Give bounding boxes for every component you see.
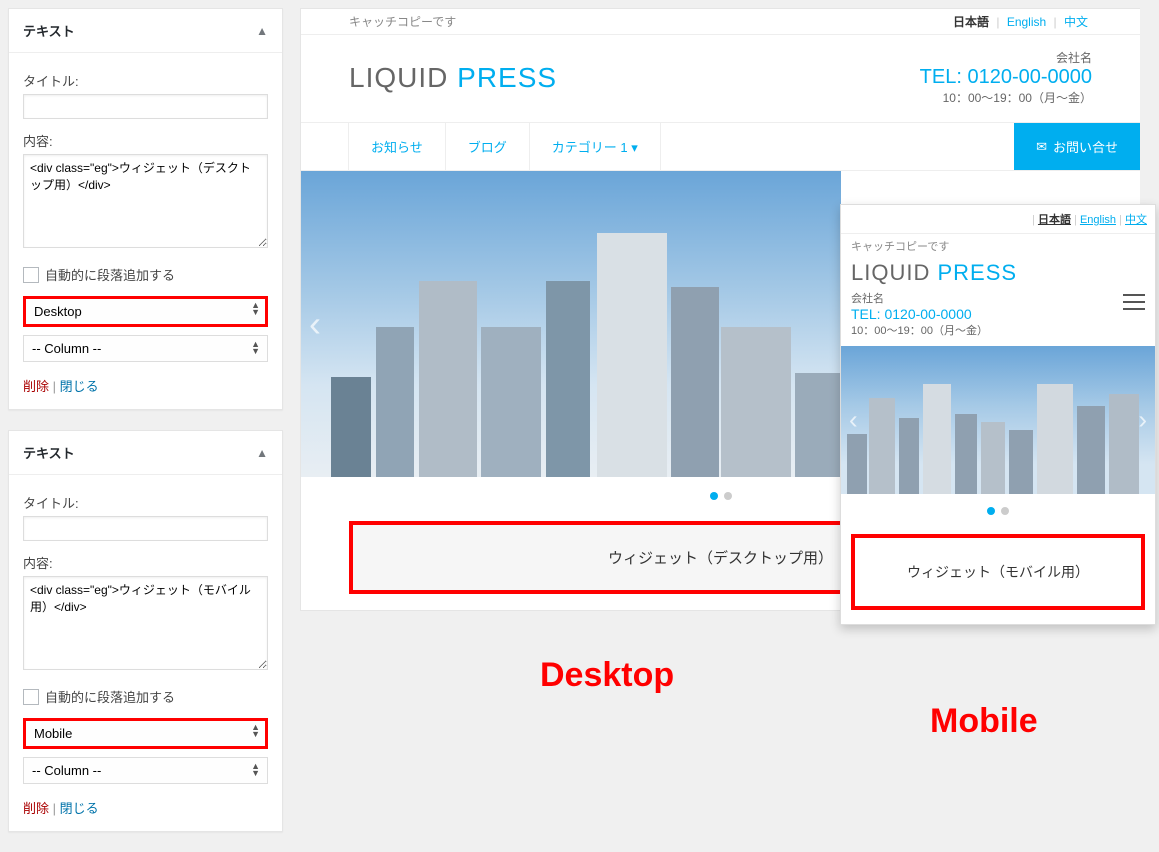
close-link[interactable]: 閉じる	[60, 801, 99, 816]
auto-paragraph-label: 自動的に段落追加する	[45, 265, 175, 284]
text-widget-desktop: テキスト ▲ タイトル: 内容: <div class="eg">ウィジェット（…	[8, 8, 283, 410]
mobile-logo[interactable]: LIQUID PRESS	[841, 256, 1155, 288]
close-link[interactable]: 閉じる	[60, 379, 99, 394]
company-name: 会社名	[851, 290, 1145, 306]
chevron-down-icon: ▾	[631, 140, 638, 155]
tel-number: TEL: 0120-00-0000	[920, 66, 1092, 89]
widget-header-title: テキスト	[23, 21, 75, 40]
mail-icon: ✉	[1036, 139, 1047, 155]
widget-header-title: テキスト	[23, 443, 75, 462]
nav-blog[interactable]: ブログ	[446, 123, 530, 170]
tel-number: TEL: 0120-00-0000	[851, 306, 1145, 322]
lang-en[interactable]: English	[1080, 214, 1116, 226]
top-bar: キャッチコピーです 日本語 | English | 中文	[301, 9, 1140, 35]
language-switcher: 日本語 | English | 中文	[949, 13, 1092, 30]
carousel-prev-icon[interactable]: ‹	[309, 303, 321, 345]
catch-copy: キャッチコピーです	[349, 13, 456, 30]
hero-carousel: ‹	[301, 171, 841, 477]
carousel-dot-active[interactable]	[987, 507, 995, 515]
separator: |	[53, 801, 60, 816]
auto-paragraph-row: 自動的に段落追加する	[23, 265, 268, 284]
column-select[interactable]: -- Column --	[23, 335, 268, 362]
device-select[interactable]: Mobile	[23, 718, 268, 749]
widget-header[interactable]: テキスト ▲	[9, 9, 282, 53]
title-input[interactable]	[23, 94, 268, 119]
carousel-next-icon[interactable]: ›	[1138, 405, 1147, 436]
auto-paragraph-checkbox[interactable]	[23, 267, 39, 283]
auto-paragraph-label: 自動的に段落追加する	[45, 687, 175, 706]
nav-news[interactable]: お知らせ	[349, 123, 446, 170]
title-label: タイトル:	[23, 493, 268, 512]
mobile-preview: | 日本語 | English | 中文 キャッチコピーです LIQUID PR…	[840, 204, 1156, 625]
text-widget-mobile: テキスト ▲ タイトル: 内容: <div class="eg">ウィジェット（…	[8, 430, 283, 832]
brand-row: LIQUID PRESS 会社名 TEL: 0120-00-0000 10：00…	[301, 35, 1140, 122]
delete-link[interactable]: 削除	[23, 379, 49, 394]
collapse-icon: ▲	[256, 446, 268, 460]
title-input[interactable]	[23, 516, 268, 541]
mobile-hero-carousel: ‹ ›	[841, 346, 1155, 494]
collapse-icon: ▲	[256, 24, 268, 38]
title-label: タイトル:	[23, 71, 268, 90]
widget-actions: 削除 | 閉じる	[23, 798, 268, 817]
content-label: 内容:	[23, 131, 268, 150]
carousel-dot-active[interactable]	[710, 492, 718, 500]
widget-header[interactable]: テキスト ▲	[9, 431, 282, 475]
lang-ja[interactable]: 日本語	[1038, 214, 1071, 226]
carousel-dot[interactable]	[724, 492, 732, 500]
lang-zh[interactable]: 中文	[1060, 15, 1092, 29]
widget-body: タイトル: 内容: <div class="eg">ウィジェット（デスクトップ用…	[9, 53, 282, 409]
mobile-catch-copy: キャッチコピーです	[841, 234, 1155, 256]
mobile-language-switcher: | 日本語 | English | 中文	[841, 205, 1155, 234]
mobile-company-info: 会社名 TEL: 0120-00-0000 10：00〜19：00（月〜金）	[841, 288, 1155, 346]
nav-category[interactable]: カテゴリー 1 ▾	[530, 123, 661, 170]
carousel-dot[interactable]	[1001, 507, 1009, 515]
contact-button[interactable]: ✉お問い合せ	[1014, 123, 1140, 170]
content-textarea[interactable]: <div class="eg">ウィジェット（デスクトップ用）</div>	[23, 154, 268, 248]
lang-zh[interactable]: 中文	[1125, 214, 1147, 226]
mobile-carousel-dots	[841, 494, 1155, 528]
device-select[interactable]: Desktop	[23, 296, 268, 327]
hamburger-icon[interactable]	[1123, 289, 1145, 315]
delete-link[interactable]: 削除	[23, 801, 49, 816]
main-nav: お知らせ ブログ カテゴリー 1 ▾ ✉お問い合せ	[301, 122, 1140, 171]
widget-actions: 削除 | 閉じる	[23, 376, 268, 395]
separator: |	[53, 379, 60, 394]
company-info: 会社名 TEL: 0120-00-0000 10：00〜19：00（月〜金）	[920, 49, 1092, 106]
site-logo[interactable]: LIQUID PRESS	[349, 62, 557, 94]
auto-paragraph-row: 自動的に段落追加する	[23, 687, 268, 706]
content-label: 内容:	[23, 553, 268, 572]
lang-en[interactable]: English	[1003, 15, 1050, 29]
mobile-widget-frame: ウィジェット（モバイル用）	[851, 534, 1145, 610]
widget-sidebar: テキスト ▲ タイトル: 内容: <div class="eg">ウィジェット（…	[8, 8, 283, 852]
desktop-caption: Desktop	[540, 656, 674, 695]
business-hours: 10：00〜19：00（月〜金）	[851, 322, 1145, 338]
carousel-prev-icon[interactable]: ‹	[849, 405, 858, 436]
mobile-caption: Mobile	[930, 702, 1038, 741]
widget-body: タイトル: 内容: <div class="eg">ウィジェット（モバイル用）<…	[9, 475, 282, 831]
company-name: 会社名	[920, 49, 1092, 66]
column-select[interactable]: -- Column --	[23, 757, 268, 784]
lang-ja[interactable]: 日本語	[949, 15, 993, 29]
content-textarea[interactable]: <div class="eg">ウィジェット（モバイル用）</div>	[23, 576, 268, 670]
auto-paragraph-checkbox[interactable]	[23, 689, 39, 705]
business-hours: 10：00〜19：00（月〜金）	[920, 89, 1092, 106]
